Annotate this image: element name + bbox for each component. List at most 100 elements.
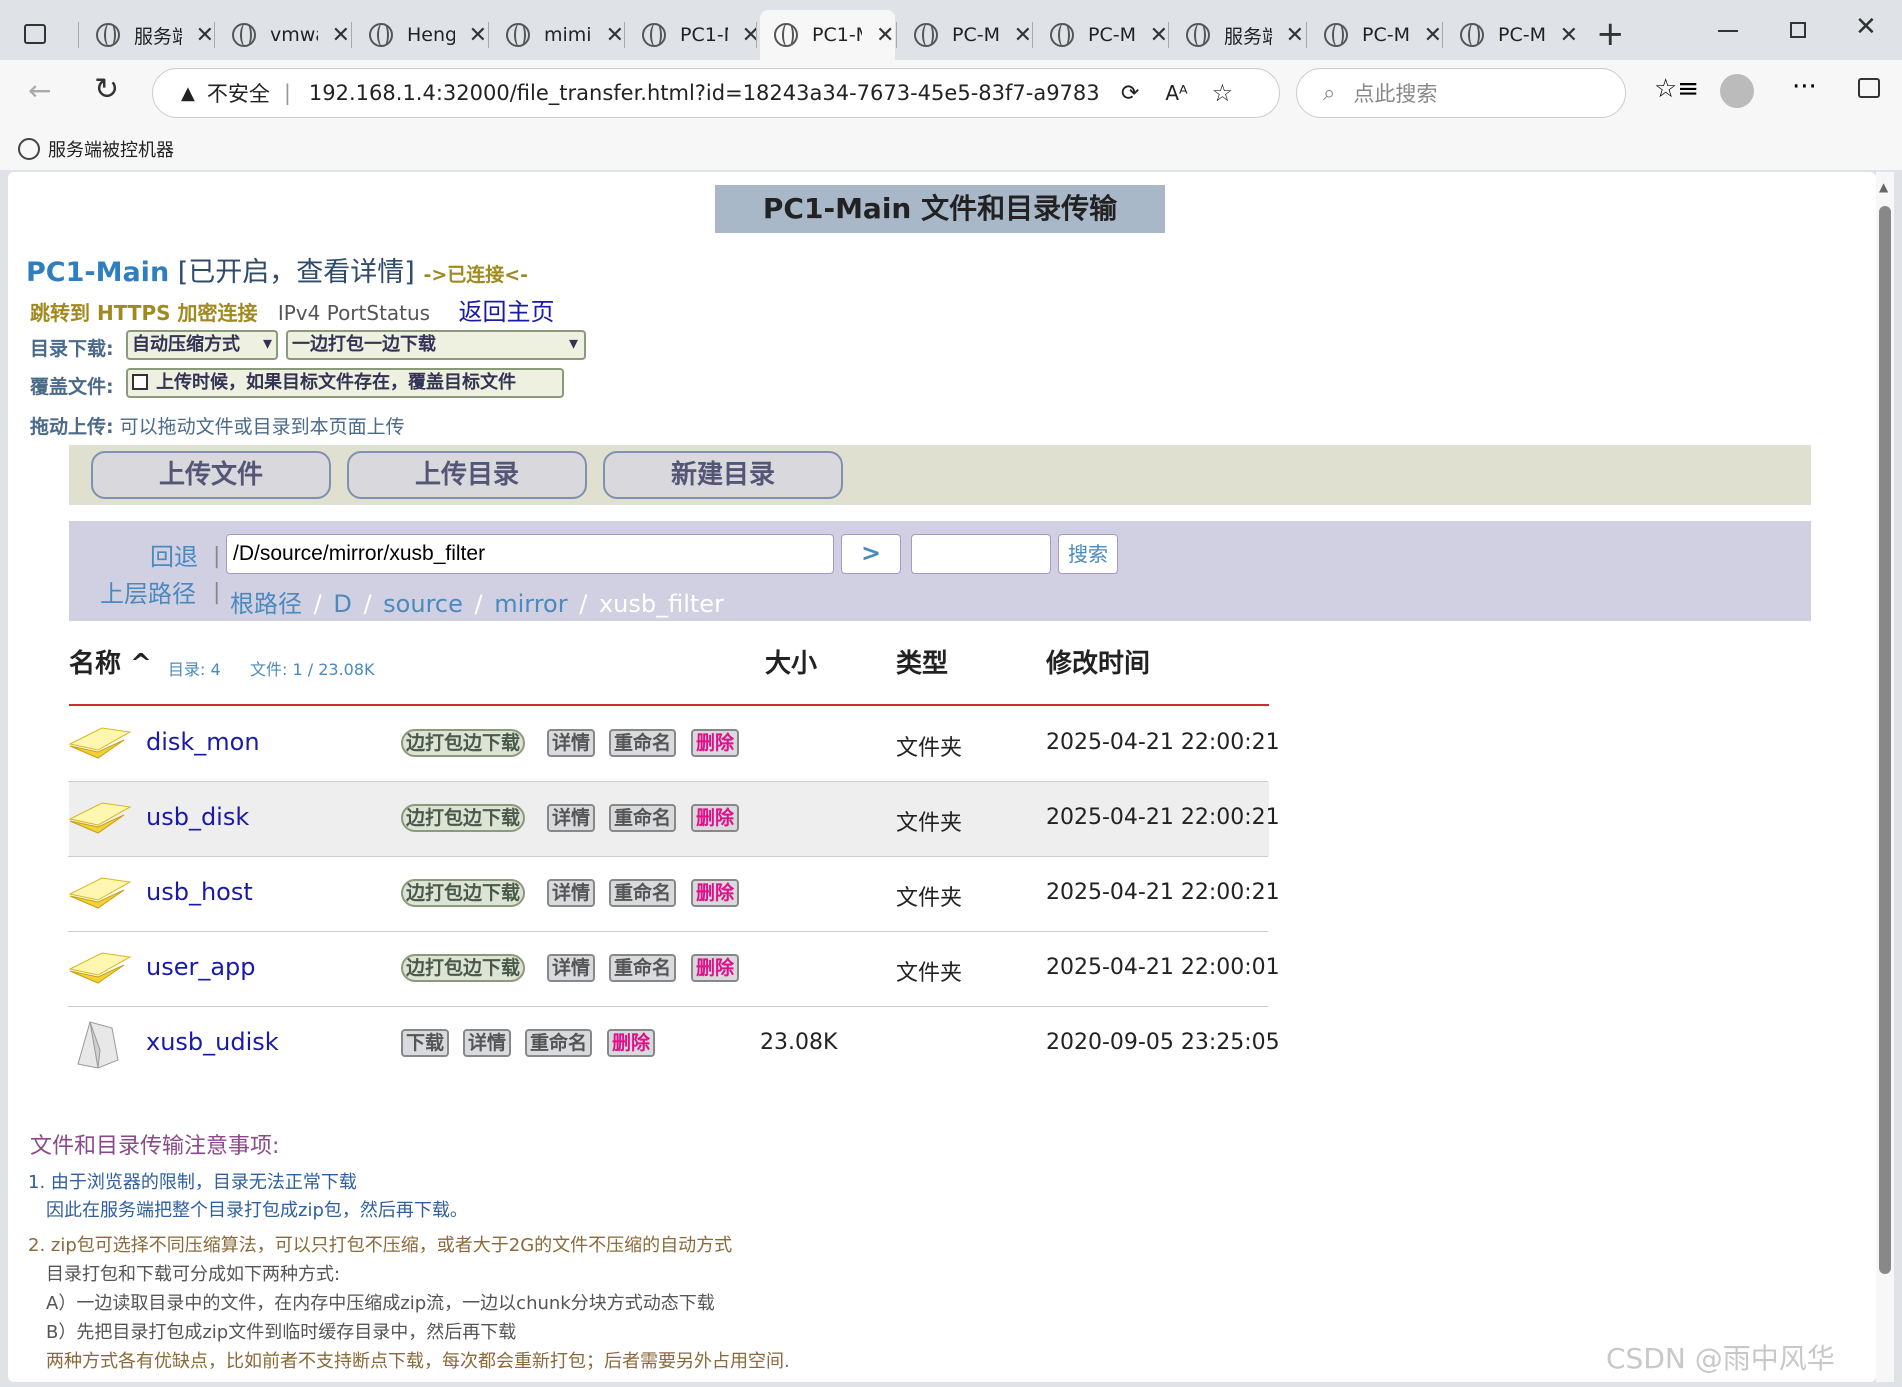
- breadcrumb-item[interactable]: D: [333, 590, 351, 618]
- search-field[interactable]: [911, 534, 1051, 574]
- home-link[interactable]: 返回主页: [458, 298, 554, 326]
- col-size-header[interactable]: 大小: [765, 643, 817, 680]
- browser-tab[interactable]: 服务端 ✕: [82, 10, 214, 60]
- rename-button[interactable]: 重命名: [609, 729, 677, 757]
- browser-tab[interactable]: vmwa ✕: [218, 10, 350, 60]
- url-field[interactable]: ▲ 不安全 | 192.168.1.4:32000/file_transfer.…: [152, 68, 1280, 118]
- browser-tab[interactable]: PC-M ✕: [1446, 10, 1578, 60]
- breadcrumb-item[interactable]: xusb_filter: [599, 590, 724, 618]
- favorites-icon[interactable]: ☆≡: [1654, 74, 1699, 104]
- download-button[interactable]: 边打包边下载: [401, 729, 526, 757]
- dir-count: 目录: 4: [168, 660, 221, 679]
- rename-button[interactable]: 重命名: [609, 879, 677, 907]
- back-link[interactable]: 回退: [150, 537, 198, 572]
- new-tab-button[interactable]: +: [1596, 14, 1625, 54]
- col-name-header[interactable]: 名称 ^: [69, 643, 152, 680]
- browser-tab[interactable]: PC1-M ✕: [628, 10, 760, 60]
- minimize-button[interactable]: [1718, 30, 1738, 32]
- tab-actions-icon[interactable]: [24, 24, 46, 44]
- refresh-icon[interactable]: ↻: [94, 72, 119, 107]
- download-button[interactable]: 边打包边下载: [401, 804, 526, 832]
- browser-tab[interactable]: mimi- ✕: [492, 10, 624, 60]
- tracking-icon[interactable]: ⟳: [1121, 81, 1139, 106]
- browser-tab[interactable]: PC-M ✕: [1036, 10, 1168, 60]
- rename-button[interactable]: 重命名: [609, 954, 677, 982]
- new-dir-button[interactable]: 新建目录: [603, 451, 843, 499]
- download-button[interactable]: 下载: [401, 1029, 450, 1057]
- maximize-button[interactable]: [1790, 22, 1806, 38]
- file-type: 文件夹: [896, 886, 963, 911]
- delete-button[interactable]: 删除: [691, 804, 740, 832]
- browser-tab[interactable]: 服务端 ✕: [1172, 10, 1304, 60]
- file-name-link[interactable]: disk_mon: [146, 728, 260, 756]
- connected-status: ->已连接<-: [423, 264, 529, 286]
- scrollbar-thumb[interactable]: [1879, 206, 1891, 1274]
- browser-tab[interactable]: PC1-M ✕: [760, 10, 895, 60]
- search-icon: ⌕: [1323, 80, 1336, 106]
- close-tab-icon[interactable]: ✕: [332, 23, 350, 48]
- file-name-link[interactable]: user_app: [146, 953, 256, 981]
- close-tab-icon[interactable]: ✕: [606, 23, 624, 48]
- breadcrumb-item[interactable]: source: [383, 590, 463, 618]
- close-tab-icon[interactable]: ✕: [742, 23, 760, 48]
- back-icon[interactable]: ←: [28, 74, 51, 107]
- favorite-star-icon[interactable]: ☆: [1212, 79, 1234, 107]
- delete-button[interactable]: 删除: [691, 954, 740, 982]
- col-type-header[interactable]: 类型: [896, 643, 948, 680]
- rename-button[interactable]: 重命名: [609, 804, 677, 832]
- close-tab-icon[interactable]: ✕: [1014, 23, 1032, 48]
- upload-file-button[interactable]: 上传文件: [91, 451, 331, 499]
- delete-button[interactable]: 删除: [691, 879, 740, 907]
- close-tab-icon[interactable]: ✕: [1286, 23, 1304, 48]
- close-tab-icon[interactable]: ✕: [1150, 23, 1168, 48]
- tab-title: 服务端: [1224, 25, 1272, 48]
- avatar[interactable]: [1720, 74, 1754, 108]
- browser-tab[interactable]: PC-M ✕: [900, 10, 1032, 60]
- detail-button[interactable]: 详情: [547, 804, 596, 832]
- delete-button[interactable]: 删除: [691, 729, 740, 757]
- file-mtime: 2025-04-21 22:00:21: [1046, 880, 1280, 905]
- search-button[interactable]: 搜索: [1058, 534, 1118, 574]
- search-input[interactable]: ⌕ 点此搜索: [1296, 68, 1626, 118]
- breadcrumb-item[interactable]: 根路径: [230, 590, 302, 618]
- go-button[interactable]: >: [841, 534, 901, 574]
- close-tab-icon[interactable]: ✕: [469, 23, 487, 48]
- file-name-link[interactable]: usb_disk: [146, 803, 249, 831]
- download-button[interactable]: 边打包边下载: [401, 954, 526, 982]
- detail-button[interactable]: 详情: [547, 729, 596, 757]
- rename-button[interactable]: 重命名: [525, 1029, 593, 1057]
- file-name-link[interactable]: xusb_udisk: [146, 1028, 279, 1056]
- detail-button[interactable]: 详情: [463, 1029, 512, 1057]
- browser-tab[interactable]: Heng ✕: [355, 10, 487, 60]
- overwrite-checkbox[interactable]: 上传时候，如果目标文件存在，覆盖目标文件: [126, 368, 564, 398]
- scroll-up-icon[interactable]: ▲: [1879, 180, 1888, 194]
- upload-dir-button[interactable]: 上传目录: [347, 451, 587, 499]
- close-tab-icon[interactable]: ✕: [1560, 23, 1578, 48]
- port-status-link[interactable]: IPv4 PortStatus: [278, 301, 430, 325]
- close-tab-icon[interactable]: ✕: [1424, 23, 1442, 48]
- detail-button[interactable]: 详情: [547, 954, 596, 982]
- delete-button[interactable]: 删除: [607, 1029, 656, 1057]
- col-mtime-header[interactable]: 修改时间: [1046, 643, 1150, 680]
- path-input[interactable]: [226, 534, 834, 574]
- https-link[interactable]: 跳转到 HTTPS 加密连接: [30, 301, 257, 325]
- close-tab-icon[interactable]: ✕: [876, 23, 894, 48]
- sidebar-icon[interactable]: [1858, 78, 1880, 98]
- read-aloud-icon[interactable]: Aᴬ: [1165, 81, 1187, 105]
- detail-button[interactable]: 详情: [547, 879, 596, 907]
- file-name-link[interactable]: usb_host: [146, 878, 253, 906]
- close-tab-icon[interactable]: ✕: [196, 23, 214, 48]
- host-status-link[interactable]: [已开启，查看详情]: [178, 257, 415, 288]
- scrollbar[interactable]: ▲: [1876, 172, 1894, 1382]
- browser-tab[interactable]: PC-M ✕: [1310, 10, 1442, 60]
- pack-mode-select[interactable]: 一边打包一边下载 ▾: [286, 330, 586, 360]
- favorite-item[interactable]: 服务端被控机器: [18, 136, 174, 162]
- compress-mode-select[interactable]: 自动压缩方式 ▾: [126, 330, 278, 360]
- breadcrumb-item[interactable]: mirror: [494, 590, 567, 618]
- parent-link[interactable]: 上层路径: [100, 574, 196, 609]
- host-name[interactable]: PC1-Main: [26, 257, 169, 288]
- file-count: 文件: 1 / 23.08K: [250, 660, 375, 679]
- more-icon[interactable]: ···: [1792, 72, 1817, 102]
- close-window-button[interactable]: ✕: [1855, 12, 1877, 42]
- download-button[interactable]: 边打包边下载: [401, 879, 526, 907]
